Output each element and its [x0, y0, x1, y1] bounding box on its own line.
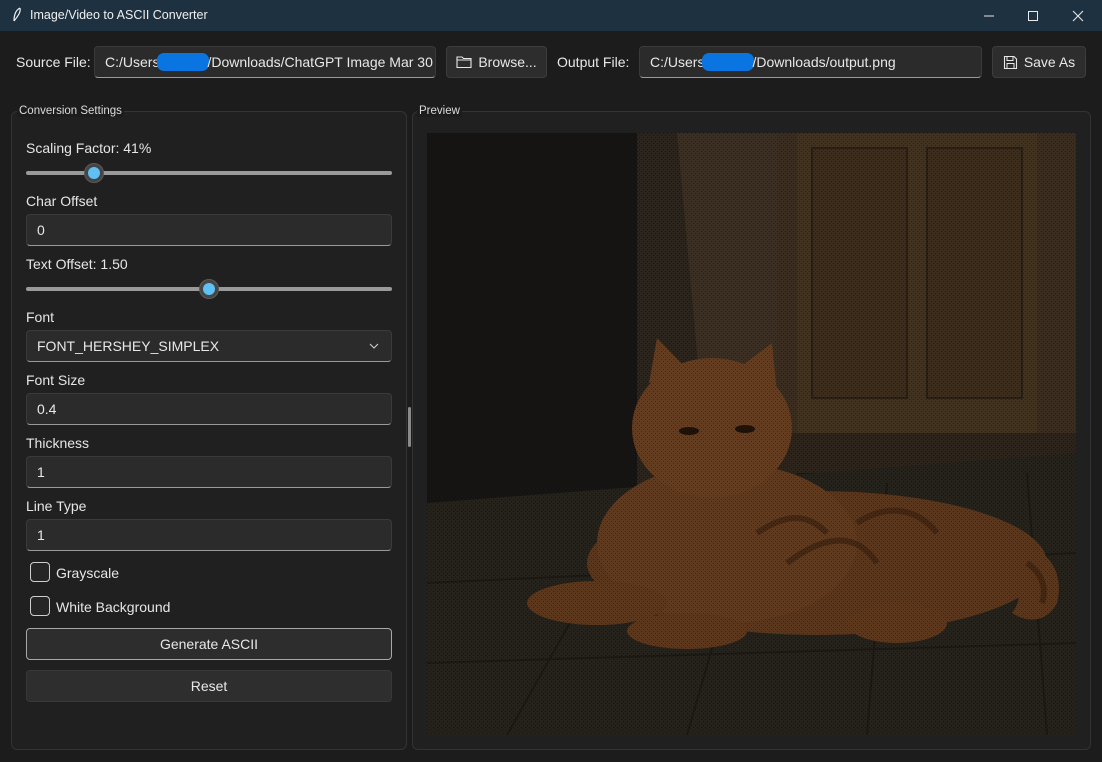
floppy-disk-icon [1003, 55, 1017, 69]
close-button[interactable] [1055, 0, 1101, 31]
save-as-label: Save As [1023, 54, 1076, 70]
feather-icon [13, 7, 21, 22]
save-as-button[interactable]: Save As [992, 46, 1086, 78]
thickness-input[interactable]: 1 [26, 456, 392, 488]
char-offset-label: Char Offset [26, 193, 98, 209]
browse-label: Browse... [478, 54, 537, 70]
grayscale-checkbox[interactable] [30, 562, 50, 582]
reset-button[interactable]: Reset [26, 670, 392, 702]
scaling-factor-slider[interactable] [26, 163, 392, 183]
chevron-down-icon [369, 343, 379, 349]
thickness-label: Thickness [26, 435, 90, 451]
scaling-factor-thumb[interactable] [84, 163, 104, 183]
close-icon [1072, 10, 1084, 21]
scaling-factor-label: Scaling Factor: 41% [26, 140, 152, 156]
folder-icon [456, 56, 472, 69]
source-file-input[interactable]: C:/Users/Downloads/ChatGPT Image Mar 30 [94, 46, 436, 78]
font-label: Font [26, 309, 55, 325]
output-file-input[interactable]: C:/Users/Downloads/output.png [639, 46, 982, 78]
font-select-value: FONT_HERSHEY_SIMPLEX [37, 338, 220, 354]
window-title: Image/Video to ASCII Converter [30, 8, 208, 22]
maximize-button[interactable] [1010, 0, 1056, 31]
generate-ascii-button[interactable]: Generate ASCII [26, 628, 392, 660]
minimize-icon [984, 15, 994, 16]
output-path-suffix: /Downloads/output.png [752, 54, 896, 70]
line-type-label: Line Type [26, 498, 87, 514]
source-path-suffix: /Downloads/ChatGPT Image Mar 30 [207, 54, 433, 70]
font-select[interactable]: FONT_HERSHEY_SIMPLEX [26, 330, 392, 362]
panel-splitter-handle[interactable] [408, 407, 411, 447]
font-size-input[interactable]: 0.4 [26, 393, 392, 425]
text-offset-slider[interactable] [26, 279, 392, 299]
font-size-label: Font Size [26, 372, 86, 388]
redaction-mark [157, 53, 210, 71]
char-offset-input[interactable]: 0 [26, 214, 392, 246]
redaction-mark [702, 53, 755, 71]
grayscale-label[interactable]: Grayscale [56, 565, 119, 581]
source-file-label: Source File: [16, 54, 91, 70]
text-offset-label: Text Offset: 1.50 [26, 256, 128, 272]
output-path-prefix: C:/Users [650, 54, 705, 70]
maximize-icon [1028, 10, 1038, 21]
title-bar: Image/Video to ASCII Converter [0, 0, 1102, 31]
ascii-preview-image [427, 133, 1076, 735]
preview-title: Preview [417, 105, 462, 117]
source-path-prefix: C:/Users [105, 54, 160, 70]
preview-cat-picture [427, 133, 1076, 735]
output-file-label: Output File: [557, 54, 630, 70]
conversion-settings-title: Conversion Settings [17, 105, 124, 117]
white-background-checkbox[interactable] [30, 596, 50, 616]
browse-button[interactable]: Browse... [446, 46, 547, 78]
line-type-input[interactable]: 1 [26, 519, 392, 551]
text-offset-thumb[interactable] [199, 279, 219, 299]
white-background-label[interactable]: White Background [56, 599, 170, 615]
minimize-button[interactable] [966, 0, 1012, 31]
